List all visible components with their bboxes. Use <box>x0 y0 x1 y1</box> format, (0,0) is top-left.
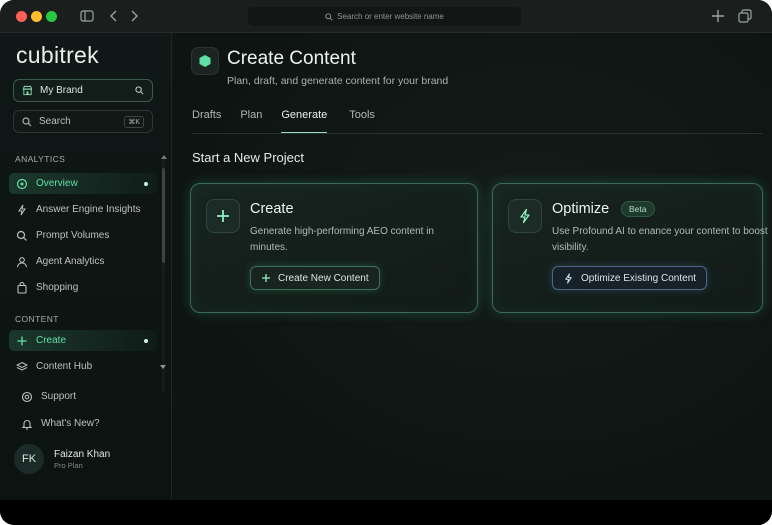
card-description: Use Profound AI to enance your content t… <box>552 226 768 253</box>
content-section-label: CONTENT <box>15 314 59 324</box>
bell-icon <box>20 417 34 431</box>
tab-tools[interactable]: Tools <box>349 109 375 133</box>
avatar[interactable]: FK <box>14 444 44 474</box>
layers-icon <box>15 360 29 374</box>
brand-selector[interactable]: My Brand <box>13 79 153 102</box>
lightning-icon <box>508 199 542 233</box>
maximize-window-button[interactable] <box>46 11 57 22</box>
page-subtitle: Plan, draft, and generate content for yo… <box>227 75 449 87</box>
search-label: Search <box>39 116 71 127</box>
tab-drafts[interactable]: Drafts <box>192 109 221 133</box>
sidebar-item-content-hub[interactable]: Content Hub <box>9 356 157 377</box>
lightning-icon <box>565 272 572 284</box>
search-icon <box>325 12 333 21</box>
sidebar-item-label: Answer Engine Insights <box>36 204 141 215</box>
analytics-section-label: ANALYTICS <box>15 154 66 164</box>
url-bar[interactable]: Search or enter website name <box>248 7 521 26</box>
card-title: Create <box>250 201 294 217</box>
sidebar-item-label: Overview <box>36 178 78 189</box>
search-icon <box>15 229 29 243</box>
sidebar-toggle-icon[interactable] <box>79 8 95 24</box>
sidebar-item-label: Prompt Volumes <box>36 230 110 241</box>
card-description: Generate high-performing AEO content in … <box>250 226 434 253</box>
active-indicator <box>144 338 148 343</box>
spark-icon <box>15 203 29 217</box>
search-shortcut: ⌘K <box>124 115 144 128</box>
shopping-bag-icon <box>15 281 29 295</box>
sidebar-item-label: Create <box>36 335 67 346</box>
optimize-existing-content-button[interactable]: Optimize Existing Content <box>552 266 708 290</box>
search-icon <box>135 86 144 95</box>
overview-icon <box>15 177 29 191</box>
store-icon <box>22 85 33 96</box>
tab-bar: Drafts Plan Generate Tools <box>192 109 375 134</box>
agent-icon <box>15 255 29 269</box>
chevron-down-icon[interactable] <box>160 365 166 369</box>
tab-generate[interactable]: Generate <box>281 109 327 134</box>
button-label: Optimize Existing Content <box>581 272 697 284</box>
sidebar-item-label: What's New? <box>41 418 100 429</box>
sidebar-item-whats-new[interactable]: What's New? <box>14 413 162 434</box>
optimize-card[interactable]: Optimize Beta Use Profound AI to enance … <box>492 183 768 313</box>
sidebar-item-prompt-volumes[interactable]: Prompt Volumes <box>9 225 157 246</box>
sidebar-item-overview[interactable]: Overview <box>9 173 157 194</box>
card-title: Optimize <box>552 201 610 217</box>
sidebar-item-support[interactable]: Support <box>14 386 162 407</box>
sidebar-item-label: Agent Analytics <box>36 256 105 267</box>
create-card[interactable]: Create Generate high-performing AEO cont… <box>190 183 478 313</box>
plus-icon <box>15 334 29 348</box>
support-icon <box>20 390 34 404</box>
active-indicator <box>144 181 148 186</box>
logo: cubitrek <box>16 42 99 68</box>
tab-divider <box>192 133 763 134</box>
tab-plan[interactable]: Plan <box>240 109 262 133</box>
sidebar-search-input[interactable]: Search ⌘K <box>13 110 153 133</box>
main-content: Create Content Plan, draft, and generate… <box>173 33 772 500</box>
button-label: Create New Content <box>278 272 369 284</box>
sidebar-item-shopping[interactable]: Shopping <box>9 277 157 298</box>
app-window: Search or enter website name cubitrek My… <box>0 0 772 525</box>
beta-badge: Beta <box>621 201 655 217</box>
sidebar: cubitrek My Brand Search ⌘K ANALYTICS Ov… <box>0 33 172 500</box>
back-icon[interactable] <box>106 8 122 24</box>
new-tab-icon[interactable] <box>710 8 726 24</box>
sidebar-item-label: Support <box>41 391 77 402</box>
forward-icon[interactable] <box>126 8 142 24</box>
plus-icon <box>206 199 240 233</box>
plus-icon <box>262 274 270 282</box>
tab-overview-icon[interactable] <box>737 8 753 24</box>
user-name: Faizan Khan <box>54 449 111 460</box>
sidebar-item-label: Content Hub <box>36 361 93 372</box>
user-plan: Pro Plan <box>54 461 83 470</box>
scroll-up-arrow[interactable] <box>161 155 167 159</box>
url-placeholder: Search or enter website name <box>337 12 444 21</box>
sidebar-item-agent-analytics[interactable]: Agent Analytics <box>9 251 157 272</box>
create-new-content-button[interactable]: Create New Content <box>250 266 380 290</box>
brand-selector-label: My Brand <box>40 85 83 96</box>
sidebar-item-answer-engine-insights[interactable]: Answer Engine Insights <box>9 199 157 220</box>
sidebar-item-create[interactable]: Create <box>9 330 157 351</box>
sidebar-item-label: Shopping <box>36 282 79 293</box>
sidebar-scroll-thumb[interactable] <box>162 168 165 263</box>
close-window-button[interactable] <box>16 11 27 22</box>
section-title: Start a New Project <box>192 150 304 165</box>
minimize-window-button[interactable] <box>31 11 42 22</box>
browser-titlebar: Search or enter website name <box>0 0 772 33</box>
bottom-edge <box>0 500 772 525</box>
page-title: Create Content <box>227 48 356 69</box>
hexagon-icon <box>191 47 219 75</box>
search-icon <box>22 116 32 126</box>
